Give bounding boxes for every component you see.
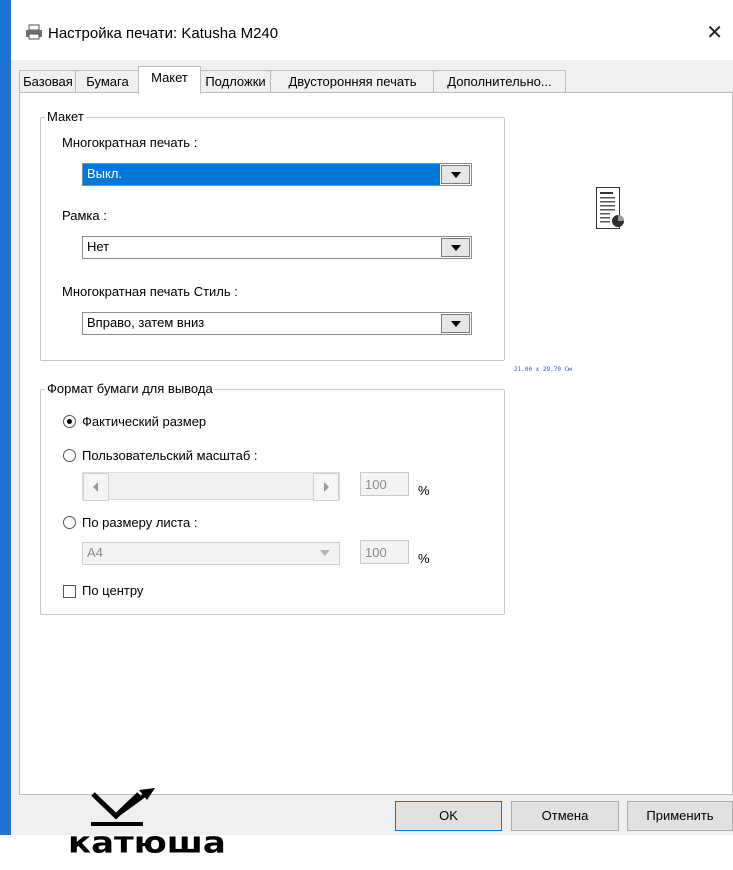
paper-size-select[interactable]: A4 — [82, 542, 340, 565]
print-settings-dialog: Настройка печати: Katusha M240 ✕ Базовая… — [11, 0, 733, 860]
tab-watermarks[interactable]: Подложки — [199, 70, 272, 93]
multi-print-select[interactable]: Выкл. — [82, 163, 472, 186]
frame-select[interactable]: Нет — [82, 236, 472, 259]
close-icon[interactable]: ✕ — [706, 20, 723, 45]
cancel-button[interactable]: Отмена — [511, 801, 619, 831]
fit-to-page-radio[interactable] — [63, 516, 76, 529]
actual-size-label[interactable]: Фактический размер — [82, 414, 206, 429]
custom-scale-input[interactable]: 100 — [360, 472, 409, 496]
window-title: Настройка печати: Katusha M240 — [48, 25, 279, 42]
fit-scale-input[interactable]: 100 — [360, 540, 409, 564]
multi-print-style-select[interactable]: Вправо, затем вниз — [82, 312, 472, 335]
paper-size-dropdown-button[interactable] — [311, 544, 338, 561]
ok-button[interactable]: OK — [395, 801, 502, 831]
layout-group-title: Макет — [45, 109, 86, 124]
scale-scrollbar[interactable] — [82, 472, 340, 501]
fit-to-page-label[interactable]: По размеру листа : — [82, 515, 197, 530]
window-accent-edge — [0, 0, 11, 835]
fit-scale-percent: % — [418, 551, 430, 566]
chevron-down-icon — [451, 172, 461, 178]
custom-scale-radio[interactable] — [63, 449, 76, 462]
radio-selected-dot — [67, 419, 72, 424]
multi-print-value: Выкл. — [83, 164, 440, 185]
tab-layout[interactable]: Макет — [138, 66, 201, 94]
apply-button[interactable]: Применить — [627, 801, 733, 831]
frame-dropdown-button[interactable] — [441, 238, 470, 257]
page-preview-icon — [596, 187, 624, 229]
multi-print-label: Многократная печать : — [62, 135, 198, 150]
frame-value: Нет — [87, 239, 110, 254]
multi-print-style-label: Многократная печать Стиль : — [62, 284, 238, 299]
paper-size-text: 21.00 x 29.70 См — [514, 366, 572, 373]
printer-icon — [26, 24, 42, 40]
tab-basic[interactable]: Базовая — [19, 70, 77, 93]
center-label[interactable]: По центру — [82, 583, 143, 598]
frame-label: Рамка : — [62, 208, 107, 223]
scroll-right-button[interactable] — [313, 473, 339, 501]
paper-size-value: A4 — [87, 545, 103, 560]
multi-print-dropdown-button[interactable] — [441, 165, 470, 184]
custom-scale-label[interactable]: Пользовательский масштаб : — [82, 448, 258, 463]
tab-duplex[interactable]: Двусторонняя печать — [270, 70, 435, 93]
scroll-left-button[interactable] — [83, 473, 109, 501]
arrow-left-icon — [93, 482, 98, 492]
arrow-right-icon — [324, 482, 329, 492]
multi-print-style-dropdown-button[interactable] — [441, 314, 470, 333]
center-checkbox[interactable] — [63, 585, 76, 598]
output-format-group: Формат бумаги для вывода Фактический раз… — [40, 381, 505, 615]
logo-text: катюша — [68, 827, 226, 860]
tab-paper[interactable]: Бумага — [75, 70, 140, 93]
tab-advanced[interactable]: Дополнительно... — [433, 70, 566, 93]
custom-scale-percent: % — [418, 483, 430, 498]
katusha-logo: катюша — [68, 788, 226, 860]
output-format-title: Формат бумаги для вывода — [45, 381, 215, 396]
actual-size-radio[interactable] — [63, 415, 76, 428]
chevron-down-icon — [451, 245, 461, 251]
chevron-down-icon — [451, 321, 461, 327]
multi-print-style-value: Вправо, затем вниз — [87, 315, 205, 330]
layout-group: Макет Многократная печать : Выкл. Рамка … — [40, 109, 505, 361]
tab-panel-layout: Макет Многократная печать : Выкл. Рамка … — [19, 92, 733, 860]
chevron-down-icon — [320, 550, 330, 556]
title-bar: Настройка печати: Katusha M240 ✕ — [11, 0, 733, 60]
